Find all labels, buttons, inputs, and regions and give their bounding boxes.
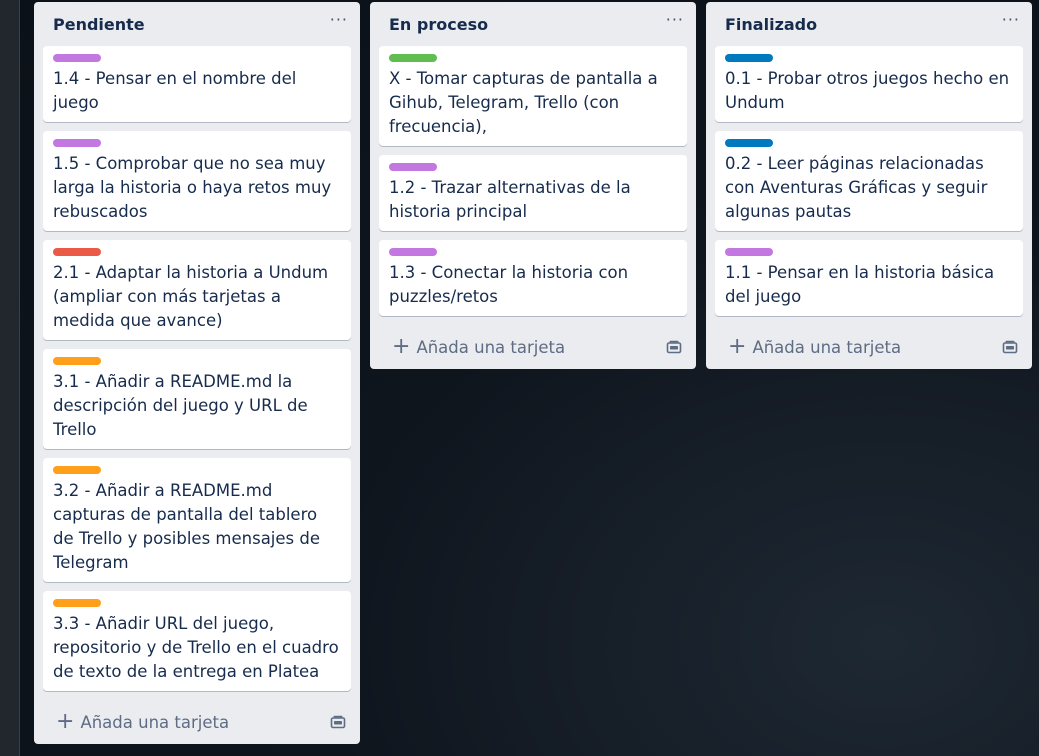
list-pendiente: Pendiente ··· 1.4 - Pensar en el nombre … bbox=[34, 2, 360, 744]
card-label bbox=[53, 357, 101, 365]
plus-icon: + bbox=[728, 334, 747, 359]
card-title: 0.1 - Probar otros juegos hecho en Undum bbox=[725, 69, 1010, 112]
card[interactable]: 3.3 - Añadir URL del juego, repositorio … bbox=[43, 591, 351, 691]
add-card-button[interactable]: + Añada una tarjeta bbox=[56, 711, 229, 733]
list-title[interactable]: Finalizado bbox=[725, 15, 817, 34]
dots-icon[interactable]: ··· bbox=[666, 12, 684, 36]
list-header: En proceso ··· bbox=[370, 2, 696, 46]
card-title: 2.1 - Adaptar la historia a Undum (ampli… bbox=[53, 263, 329, 330]
card-list: X - Tomar capturas de pantalla a Gihub, … bbox=[370, 46, 696, 316]
list-title[interactable]: En proceso bbox=[389, 15, 488, 34]
card-template-icon[interactable] bbox=[666, 340, 682, 354]
card-title: 3.3 - Añadir URL del juego, repositorio … bbox=[53, 614, 339, 681]
card-label bbox=[389, 248, 437, 256]
dots-icon[interactable]: ··· bbox=[1002, 12, 1020, 36]
card-title: 0.2 - Leer páginas relacionadas con Aven… bbox=[725, 154, 988, 221]
card[interactable]: X - Tomar capturas de pantalla a Gihub, … bbox=[379, 46, 687, 146]
list-finalizado: Finalizado ··· 0.1 - Probar otros juegos… bbox=[706, 2, 1032, 369]
card[interactable]: 0.2 - Leer páginas relacionadas con Aven… bbox=[715, 131, 1023, 231]
add-card-label: Añada una tarjeta bbox=[752, 337, 902, 357]
card[interactable]: 2.1 - Adaptar la historia a Undum (ampli… bbox=[43, 240, 351, 340]
list-title[interactable]: Pendiente bbox=[53, 15, 145, 34]
add-card-row: + Añada una tarjeta bbox=[34, 700, 360, 744]
card-title: 1.2 - Trazar alternativas de la historia… bbox=[389, 178, 631, 221]
card-title: 1.5 - Comprobar que no sea muy larga la … bbox=[53, 154, 332, 221]
card-label bbox=[53, 599, 101, 607]
card-label bbox=[725, 139, 773, 147]
plus-icon: + bbox=[392, 334, 411, 359]
card-title: 3.1 - Añadir a README.md la descripción … bbox=[53, 372, 308, 439]
card-template-icon[interactable] bbox=[1002, 340, 1018, 354]
card-label bbox=[53, 466, 101, 474]
card[interactable]: 0.1 - Probar otros juegos hecho en Undum bbox=[715, 46, 1023, 122]
card-label bbox=[53, 139, 101, 147]
card-list: 1.4 - Pensar en el nombre del juego 1.5 … bbox=[34, 46, 360, 691]
card-label bbox=[725, 54, 773, 62]
card-label bbox=[53, 54, 101, 62]
card[interactable]: 1.3 - Conectar la historia con puzzles/r… bbox=[379, 240, 687, 316]
card[interactable]: 3.1 - Añadir a README.md la descripción … bbox=[43, 349, 351, 449]
dots-icon[interactable]: ··· bbox=[330, 12, 348, 36]
card-title: 1.4 - Pensar en el nombre del juego bbox=[53, 69, 297, 112]
sidebar-edge bbox=[0, 0, 20, 756]
add-card-label: Añada una tarjeta bbox=[416, 337, 566, 357]
card[interactable]: 1.1 - Pensar en la historia básica del j… bbox=[715, 240, 1023, 316]
card-label bbox=[53, 248, 101, 256]
card-label bbox=[389, 163, 437, 171]
card-label bbox=[725, 248, 773, 256]
card-label bbox=[389, 54, 437, 62]
list-en-proceso: En proceso ··· X - Tomar capturas de pan… bbox=[370, 2, 696, 369]
list-header: Pendiente ··· bbox=[34, 2, 360, 46]
add-card-row: + Añada una tarjeta bbox=[370, 325, 696, 369]
card-list: 0.1 - Probar otros juegos hecho en Undum… bbox=[706, 46, 1032, 316]
card-template-icon[interactable] bbox=[330, 715, 346, 729]
card[interactable]: 1.4 - Pensar en el nombre del juego bbox=[43, 46, 351, 122]
plus-icon: + bbox=[56, 709, 75, 734]
card-title: 3.2 - Añadir a README.md capturas de pan… bbox=[53, 481, 321, 572]
add-card-label: Añada una tarjeta bbox=[80, 712, 230, 732]
card[interactable]: 3.2 - Añadir a README.md capturas de pan… bbox=[43, 458, 351, 582]
list-header: Finalizado ··· bbox=[706, 2, 1032, 46]
card-title: X - Tomar capturas de pantalla a Gihub, … bbox=[389, 69, 658, 136]
card-title: 1.3 - Conectar la historia con puzzles/r… bbox=[389, 263, 629, 306]
card[interactable]: 1.2 - Trazar alternativas de la historia… bbox=[379, 155, 687, 231]
add-card-row: + Añada una tarjeta bbox=[706, 325, 1032, 369]
add-card-button[interactable]: + Añada una tarjeta bbox=[392, 336, 565, 358]
card-title: 1.1 - Pensar en la historia básica del j… bbox=[725, 263, 995, 306]
card[interactable]: 1.5 - Comprobar que no sea muy larga la … bbox=[43, 131, 351, 231]
add-card-button[interactable]: + Añada una tarjeta bbox=[728, 336, 901, 358]
